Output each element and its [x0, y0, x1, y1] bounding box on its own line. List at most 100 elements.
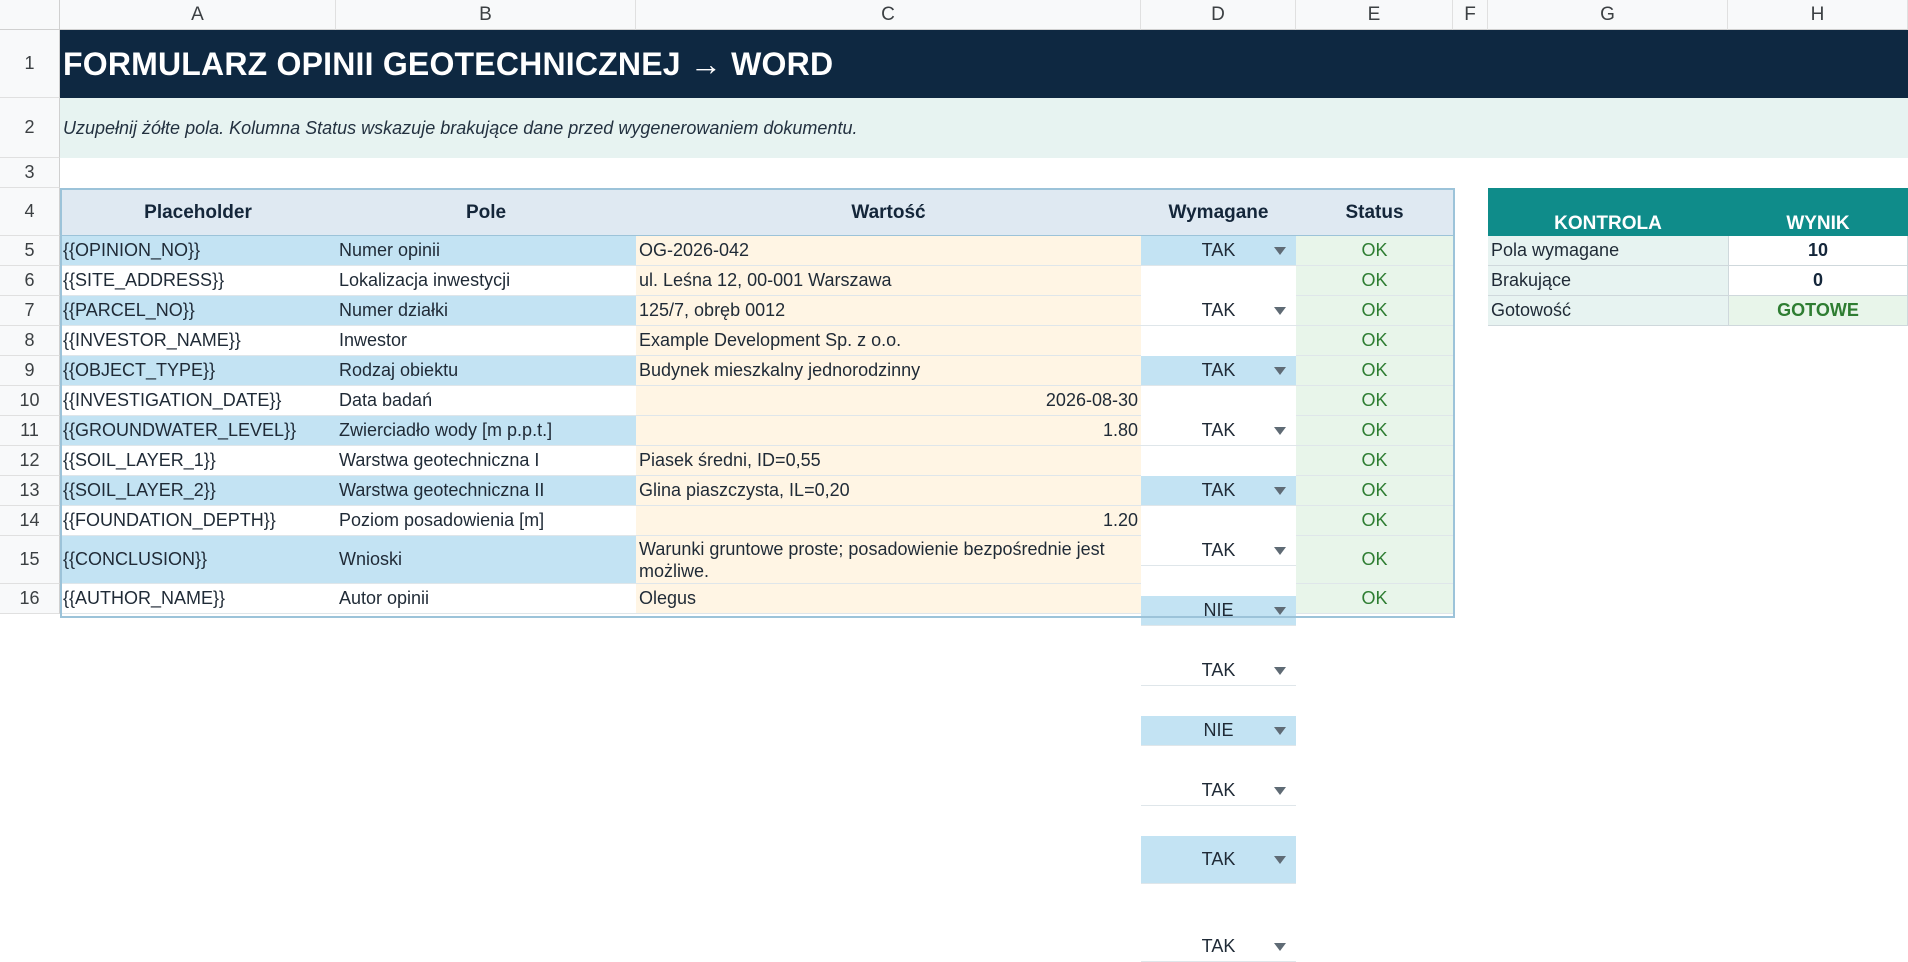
dropdown-arrow-icon[interactable] — [1274, 366, 1286, 375]
control-label[interactable]: Gotowość — [1488, 296, 1728, 326]
status-cell[interactable]: OK — [1296, 416, 1453, 446]
control-value[interactable]: 10 — [1728, 236, 1908, 266]
control-label[interactable]: Brakujące — [1488, 266, 1728, 296]
placeholder-cell[interactable]: {{OPINION_NO}} — [60, 236, 336, 266]
row-header-7[interactable]: 7 — [0, 296, 60, 326]
header-placeholder[interactable]: Placeholder — [60, 188, 336, 236]
column-header-e[interactable]: E — [1296, 0, 1453, 30]
required-dropdown-cell[interactable]: TAK — [1141, 416, 1296, 446]
column-header-c[interactable]: C — [636, 0, 1141, 30]
value-input-cell[interactable]: Budynek mieszkalny jednorodzinny — [636, 356, 1141, 386]
sheet-title[interactable]: FORMULARZ OPINII GEOTECHNICZNEJ → WORD — [60, 30, 1908, 98]
field-name-cell[interactable]: Zwierciadło wody [m p.p.t.] — [336, 416, 636, 446]
row-header-8[interactable]: 8 — [0, 326, 60, 356]
value-input-cell[interactable]: 125/7, obręb 0012 — [636, 296, 1141, 326]
placeholder-cell[interactable]: {{FOUNDATION_DEPTH}} — [60, 506, 336, 536]
row-header-9[interactable]: 9 — [0, 356, 60, 386]
control-value[interactable]: 0 — [1728, 266, 1908, 296]
row-header-11[interactable]: 11 — [0, 416, 60, 446]
required-dropdown-cell[interactable]: TAK — [1141, 536, 1296, 566]
placeholder-cell[interactable]: {{AUTHOR_NAME}} — [60, 584, 336, 614]
status-cell[interactable]: OK — [1296, 446, 1453, 476]
dropdown-arrow-icon[interactable] — [1274, 246, 1286, 255]
required-dropdown-cell[interactable]: TAK — [1141, 296, 1296, 326]
dropdown-arrow-icon[interactable] — [1274, 606, 1286, 615]
required-dropdown-cell[interactable]: TAK — [1141, 656, 1296, 686]
value-input-cell[interactable]: 1.20 — [636, 506, 1141, 536]
field-name-cell[interactable]: Warstwa geotechniczna I — [336, 446, 636, 476]
dropdown-arrow-icon[interactable] — [1274, 726, 1286, 735]
status-cell[interactable]: OK — [1296, 506, 1453, 536]
field-name-cell[interactable]: Inwestor — [336, 326, 636, 356]
value-input-cell[interactable]: 1.80 — [636, 416, 1141, 446]
placeholder-cell[interactable]: {{OBJECT_TYPE}} — [60, 356, 336, 386]
column-header-b[interactable]: B — [336, 0, 636, 30]
row-header-16[interactable]: 16 — [0, 584, 60, 614]
field-name-cell[interactable]: Data badań — [336, 386, 636, 416]
placeholder-cell[interactable]: {{INVESTOR_NAME}} — [60, 326, 336, 356]
required-dropdown-cell[interactable]: TAK — [1141, 236, 1296, 266]
status-cell[interactable]: OK — [1296, 236, 1453, 266]
required-dropdown-cell[interactable]: TAK — [1141, 932, 1296, 962]
required-dropdown-cell[interactable]: NIE — [1141, 596, 1296, 626]
required-dropdown-cell[interactable]: TAK — [1141, 836, 1296, 884]
row-header-5[interactable]: 5 — [0, 236, 60, 266]
row-header-4[interactable]: 4 — [0, 188, 60, 236]
status-cell[interactable]: OK — [1296, 296, 1453, 326]
required-dropdown-cell[interactable]: TAK — [1141, 776, 1296, 806]
row-header-1[interactable]: 1 — [0, 30, 60, 98]
field-name-cell[interactable]: Lokalizacja inwestycji — [336, 266, 636, 296]
value-input-cell[interactable]: OG-2026-042 — [636, 236, 1141, 266]
value-input-cell[interactable]: Warunki gruntowe proste; posadowienie be… — [636, 536, 1141, 584]
field-name-cell[interactable]: Wnioski — [336, 536, 636, 584]
dropdown-arrow-icon[interactable] — [1274, 426, 1286, 435]
row-header-2[interactable]: 2 — [0, 98, 60, 158]
header-wymagane[interactable]: Wymagane — [1141, 188, 1296, 236]
value-input-cell[interactable]: ul. Leśna 12, 00-001 Warszawa — [636, 266, 1141, 296]
required-dropdown-cell[interactable]: TAK — [1141, 476, 1296, 506]
readiness-value[interactable]: GOTOWE — [1728, 296, 1908, 326]
column-header-d[interactable]: D — [1141, 0, 1296, 30]
field-name-cell[interactable]: Autor opinii — [336, 584, 636, 614]
placeholder-cell[interactable]: {{INVESTIGATION_DATE}} — [60, 386, 336, 416]
value-input-cell[interactable]: Glina piaszczysta, IL=0,20 — [636, 476, 1141, 506]
row-header-13[interactable]: 13 — [0, 476, 60, 506]
dropdown-arrow-icon[interactable] — [1274, 855, 1286, 864]
header-pole[interactable]: Pole — [336, 188, 636, 236]
placeholder-cell[interactable]: {{SOIL_LAYER_1}} — [60, 446, 336, 476]
placeholder-cell[interactable]: {{CONCLUSION}} — [60, 536, 336, 584]
status-cell[interactable]: OK — [1296, 266, 1453, 296]
placeholder-cell[interactable]: {{SITE_ADDRESS}} — [60, 266, 336, 296]
row-header-6[interactable]: 6 — [0, 266, 60, 296]
dropdown-arrow-icon[interactable] — [1274, 546, 1286, 555]
dropdown-arrow-icon[interactable] — [1274, 786, 1286, 795]
row-header-15[interactable]: 15 — [0, 536, 60, 584]
status-cell[interactable]: OK — [1296, 356, 1453, 386]
placeholder-cell[interactable]: {{SOIL_LAYER_2}} — [60, 476, 336, 506]
select-all-corner[interactable] — [0, 0, 60, 30]
header-status[interactable]: Status — [1296, 188, 1453, 236]
dropdown-arrow-icon[interactable] — [1274, 942, 1286, 951]
row-header-3[interactable]: 3 — [0, 158, 60, 188]
value-input-cell[interactable]: Example Development Sp. z o.o. — [636, 326, 1141, 356]
required-dropdown-cell[interactable]: TAK — [1141, 356, 1296, 386]
value-input-cell[interactable]: 2026-08-30 — [636, 386, 1141, 416]
row-header-10[interactable]: 10 — [0, 386, 60, 416]
placeholder-cell[interactable]: {{GROUNDWATER_LEVEL}} — [60, 416, 336, 446]
status-cell[interactable]: OK — [1296, 386, 1453, 416]
column-header-a[interactable]: A — [60, 0, 336, 30]
column-header-h[interactable]: H — [1728, 0, 1908, 30]
field-name-cell[interactable]: Numer opinii — [336, 236, 636, 266]
field-name-cell[interactable]: Warstwa geotechniczna II — [336, 476, 636, 506]
dropdown-arrow-icon[interactable] — [1274, 486, 1286, 495]
status-cell[interactable]: OK — [1296, 326, 1453, 356]
column-header-f[interactable]: F — [1453, 0, 1488, 30]
placeholder-cell[interactable]: {{PARCEL_NO}} — [60, 296, 336, 326]
control-label[interactable]: Pola wymagane — [1488, 236, 1728, 266]
header-wartosc[interactable]: Wartość — [636, 188, 1141, 236]
status-cell[interactable]: OK — [1296, 476, 1453, 506]
required-dropdown-cell[interactable]: NIE — [1141, 716, 1296, 746]
value-input-cell[interactable]: Olegus — [636, 584, 1141, 614]
field-name-cell[interactable]: Poziom posadowienia [m] — [336, 506, 636, 536]
field-name-cell[interactable]: Rodzaj obiektu — [336, 356, 636, 386]
